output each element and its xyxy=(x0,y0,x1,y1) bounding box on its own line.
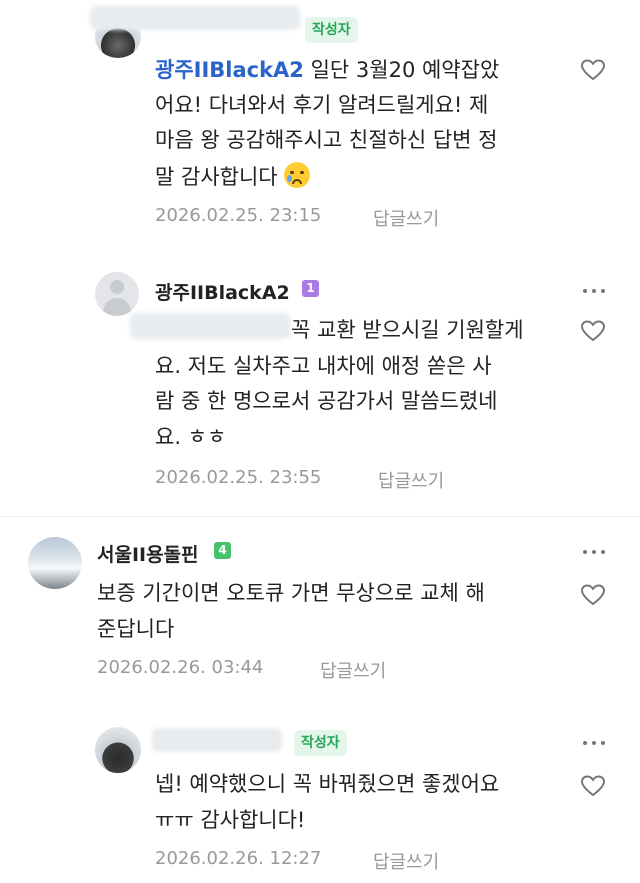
heart-outline-icon[interactable] xyxy=(580,583,606,607)
author-name[interactable]: 광주IIBlackA2 xyxy=(155,278,290,305)
comment-text: 마음 왕 공감해주시고 친절하신 답변 정 xyxy=(155,128,498,152)
heart-outline-icon[interactable] xyxy=(580,774,606,798)
blurred-nickname xyxy=(152,728,282,752)
comment-text: 말 감사합니다 xyxy=(155,162,310,191)
comment-text: 어요! 다녀와서 후기 알려드릴게요! 제 xyxy=(155,93,489,117)
comment-date: 2026.02.26. 12:27 xyxy=(155,848,322,869)
reply-button[interactable]: 답글쓰기 xyxy=(373,848,439,874)
comment-text: 넵! 예약했으니 꼭 바꿔줬으면 좋겠어요 xyxy=(155,772,500,796)
avatar[interactable] xyxy=(95,727,141,773)
comment-divider xyxy=(0,516,640,517)
author-name[interactable]: 서울II용돌핀 xyxy=(97,540,199,567)
comment-date: 2026.02.25. 23:55 xyxy=(155,467,322,488)
blurred-mention xyxy=(130,313,290,339)
comment-text: 요. ㅎㅎ xyxy=(155,425,227,449)
kebab-menu-icon[interactable] xyxy=(583,287,607,295)
blurred-nickname xyxy=(90,6,300,30)
comment-text: 준답니다 xyxy=(97,617,175,641)
comment-text: 요. 저도 실차주고 내차에 애정 쏟은 사 xyxy=(155,354,492,378)
heart-outline-icon[interactable] xyxy=(580,319,606,343)
comment-text: 람 중 한 명으로서 공감가서 말씀드렸네 xyxy=(155,389,498,413)
author-badge: 작성자 xyxy=(305,17,358,43)
author-badge: 작성자 xyxy=(294,730,347,756)
comment-date: 2026.02.25. 23:15 xyxy=(155,205,322,226)
reply-button[interactable]: 답글쓰기 xyxy=(320,657,386,683)
comment-text: 꼭 교환 받으시길 기원할게 xyxy=(291,318,524,342)
comment-date: 2026.02.26. 03:44 xyxy=(97,657,264,678)
reply-button[interactable]: 답글쓰기 xyxy=(378,467,444,493)
avatar[interactable] xyxy=(28,537,82,589)
comment-text: ㅠㅠ 감사합니다! xyxy=(155,808,306,832)
reply-button[interactable]: 답글쓰기 xyxy=(373,205,439,231)
kebab-menu-icon[interactable] xyxy=(583,739,607,747)
mention-link[interactable]: 광주IIBlackA2 xyxy=(155,58,304,82)
crying-face-emoji xyxy=(283,162,310,188)
heart-outline-icon[interactable] xyxy=(580,58,606,82)
comment-text: 보증 기간이면 오토큐 가면 무상으로 교체 해 xyxy=(97,581,485,605)
avatar[interactable] xyxy=(95,272,139,316)
kebab-menu-icon[interactable] xyxy=(583,548,607,556)
comment-text: 광주IIBlackA2 일단 3월20 예약잡았 xyxy=(155,58,500,82)
member-grade-badge: 1 xyxy=(302,280,319,297)
member-grade-badge: 4 xyxy=(214,542,231,559)
